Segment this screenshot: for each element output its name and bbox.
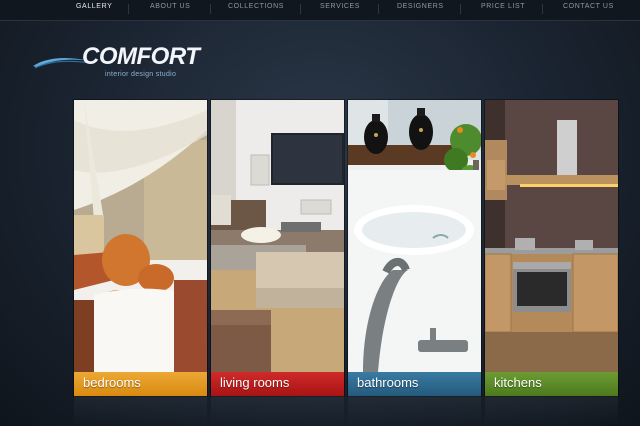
kitchen-photo (485, 100, 618, 372)
panel-label: kitchens (494, 375, 542, 390)
nav-separator (128, 4, 129, 14)
bathroom-photo (348, 100, 481, 372)
logo-title: COMFORT (82, 43, 200, 70)
nav-separator (210, 4, 211, 14)
panel-label-bar: living rooms (211, 372, 344, 396)
nav-separator (300, 4, 301, 14)
gallery-panel-bedrooms[interactable]: bedrooms (74, 100, 207, 396)
nav-item-services[interactable]: SERVICES (320, 3, 360, 10)
nav-item-collections[interactable]: COLLECTIONS (228, 3, 284, 10)
nav-item-contact-us[interactable]: CONTACT US (563, 3, 614, 10)
nav-item-about-us[interactable]: ABOUT US (150, 3, 190, 10)
gallery-panel-living-rooms[interactable]: living rooms (211, 100, 344, 396)
panel-reflection (485, 396, 618, 426)
panel-reflection (348, 396, 481, 426)
panel-label-bar: kitchens (485, 372, 618, 396)
site-logo[interactable]: COMFORT interior design studio (32, 43, 212, 85)
gallery-panel-kitchens[interactable]: kitchens (485, 100, 618, 396)
nav-item-designers[interactable]: DESIGNERS (397, 3, 444, 10)
top-navigation: GALLERY ABOUT US COLLECTIONS SERVICES DE… (0, 0, 640, 21)
panel-reflection (211, 396, 344, 426)
panel-label: living rooms (220, 375, 290, 390)
panel-reflection (74, 396, 207, 426)
nav-separator (542, 4, 543, 14)
panel-label-bar: bedrooms (74, 372, 207, 396)
panel-label: bathrooms (357, 375, 419, 390)
logo-subtitle: interior design studio (105, 71, 177, 78)
panel-label: bedrooms (83, 375, 141, 390)
panel-label-bar: bathrooms (348, 372, 481, 396)
nav-separator (460, 4, 461, 14)
nav-item-price-list[interactable]: PRICE LIST (481, 3, 525, 10)
gallery-panel-bathrooms[interactable]: bathrooms (348, 100, 481, 396)
nav-item-gallery[interactable]: GALLERY (76, 3, 112, 10)
bedroom-photo (74, 100, 207, 372)
living-room-photo (211, 100, 344, 372)
nav-separator (378, 4, 379, 14)
